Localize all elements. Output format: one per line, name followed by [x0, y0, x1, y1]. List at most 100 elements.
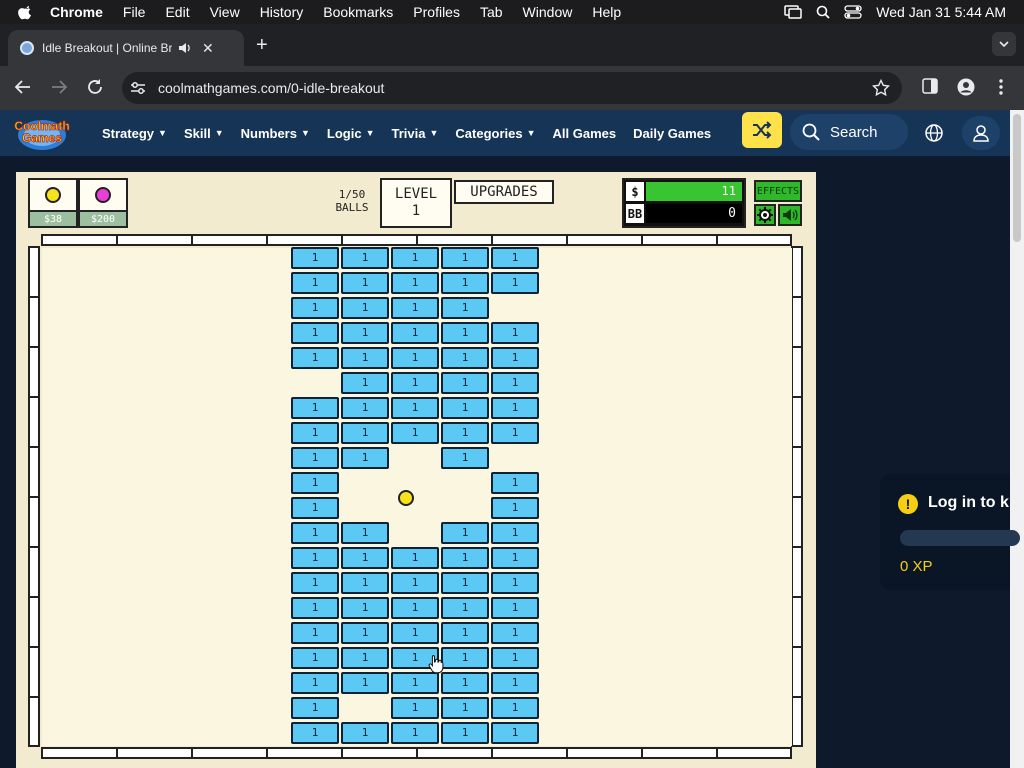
brick: 1 [341, 272, 389, 294]
account-button[interactable] [962, 116, 1000, 150]
brick: 1 [441, 572, 489, 594]
menu-window[interactable]: Window [523, 4, 573, 20]
brick: 1 [441, 247, 489, 269]
coolmath-logo[interactable]: Coolmath Games [8, 113, 76, 153]
brick: 1 [291, 322, 339, 344]
menu-history[interactable]: History [260, 4, 304, 20]
brick: 1 [491, 372, 539, 394]
brick: 1 [341, 572, 389, 594]
nav-trivia[interactable]: Trivia ▼ [392, 126, 439, 141]
brick: 1 [441, 522, 489, 544]
page-scrollbar[interactable] [1010, 110, 1024, 768]
new-tab-icon[interactable]: + [256, 34, 268, 57]
menu-clock[interactable]: Wed Jan 31 5:44 AM [876, 4, 1006, 20]
tab-favicon-icon [20, 41, 34, 55]
nav-daily-games[interactable]: Daily Games [633, 126, 711, 141]
brick: 1 [291, 422, 339, 444]
menu-profiles[interactable]: Profiles [413, 4, 460, 20]
chrome-menu-icon[interactable] [998, 78, 1004, 96]
nav-categories[interactable]: Categories ▼ [455, 126, 535, 141]
brick: 1 [291, 722, 339, 744]
brick: 1 [391, 422, 439, 444]
menu-view[interactable]: View [210, 4, 240, 20]
chevron-down-icon: ▼ [526, 128, 536, 138]
nav-all-games[interactable]: All Games [553, 126, 617, 141]
brick: 1 [341, 722, 389, 744]
back-icon[interactable] [14, 78, 32, 96]
nav-skill[interactable]: Skill ▼ [184, 126, 224, 141]
brick: 1 [441, 422, 489, 444]
brick: 1 [491, 397, 539, 419]
brick: 1 [491, 422, 539, 444]
brick: 1 [391, 347, 439, 369]
brick: 1 [491, 472, 539, 494]
brick: 1 [291, 272, 339, 294]
side-panel-icon[interactable] [922, 78, 938, 94]
brick: 1 [291, 247, 339, 269]
nav-numbers[interactable]: Numbers ▼ [241, 126, 310, 141]
warning-icon: ! [898, 494, 918, 514]
browser-toolbar: coolmathgames.com/0-idle-breakout [0, 66, 1024, 110]
brick: 1 [341, 247, 389, 269]
address-bar[interactable]: coolmathgames.com/0-idle-breakout [122, 72, 902, 104]
brick: 1 [441, 272, 489, 294]
brick: 1 [491, 722, 539, 744]
spotlight-search-icon[interactable] [816, 5, 830, 19]
brick: 1 [291, 522, 339, 544]
brick: 1 [441, 297, 489, 319]
brick: 1 [441, 547, 489, 569]
brick: 1 [491, 697, 539, 719]
brick: 1 [341, 397, 389, 419]
tab-audio-icon[interactable] [178, 42, 192, 54]
brick: 1 [491, 572, 539, 594]
menu-help[interactable]: Help [592, 4, 621, 20]
bookmark-star-icon[interactable] [872, 79, 890, 97]
forward-icon[interactable] [50, 78, 68, 96]
menu-file[interactable]: File [123, 4, 146, 20]
brick: 1 [391, 372, 439, 394]
brick: 1 [441, 347, 489, 369]
scrollbar-thumb[interactable] [1013, 114, 1021, 242]
login-prompt[interactable]: Log in to k [928, 494, 1009, 512]
chevron-down-icon: ▼ [365, 128, 375, 138]
reload-icon[interactable] [86, 78, 104, 96]
macos-menu-bar: Chrome File Edit View History Bookmarks … [0, 0, 1024, 24]
site-search-button[interactable]: Search [790, 114, 908, 150]
brick: 1 [341, 672, 389, 694]
menu-tab[interactable]: Tab [480, 4, 503, 20]
tab-title: Idle Breakout | Online Bric [42, 41, 172, 55]
brick: 1 [291, 347, 339, 369]
brick: 1 [291, 547, 339, 569]
menu-app-name[interactable]: Chrome [50, 4, 103, 20]
brick: 1 [341, 622, 389, 644]
brick: 1 [491, 272, 539, 294]
browser-tab[interactable]: Idle Breakout | Online Bric ✕ [8, 30, 244, 66]
random-game-button[interactable] [742, 112, 782, 148]
menu-bookmarks[interactable]: Bookmarks [323, 4, 393, 20]
brick: 1 [441, 647, 489, 669]
brick: 1 [441, 372, 489, 394]
nav-strategy[interactable]: Strategy ▼ [102, 126, 167, 141]
tab-close-icon[interactable]: ✕ [202, 40, 214, 57]
url-text[interactable]: coolmathgames.com/0-idle-breakout [158, 80, 384, 96]
screen-mirroring-icon[interactable] [784, 5, 803, 19]
control-center-icon[interactable] [844, 5, 862, 19]
globe-icon [925, 124, 943, 142]
apple-icon[interactable] [18, 4, 34, 20]
site-info-icon[interactable] [130, 81, 146, 95]
language-button[interactable] [918, 117, 950, 149]
brick: 1 [391, 322, 439, 344]
menu-edit[interactable]: Edit [165, 4, 189, 20]
profile-icon[interactable] [957, 78, 975, 96]
brick: 1 [341, 597, 389, 619]
game-ball [398, 490, 414, 506]
brick: 1 [391, 622, 439, 644]
brick: 1 [291, 472, 339, 494]
browser-tab-strip: Idle Breakout | Online Bric ✕ + [0, 24, 1024, 66]
tab-search-button[interactable] [992, 32, 1016, 56]
nav-logic[interactable]: Logic ▼ [327, 126, 375, 141]
brick: 1 [491, 547, 539, 569]
brick: 1 [391, 572, 439, 594]
brick: 1 [291, 697, 339, 719]
brick: 1 [391, 297, 439, 319]
